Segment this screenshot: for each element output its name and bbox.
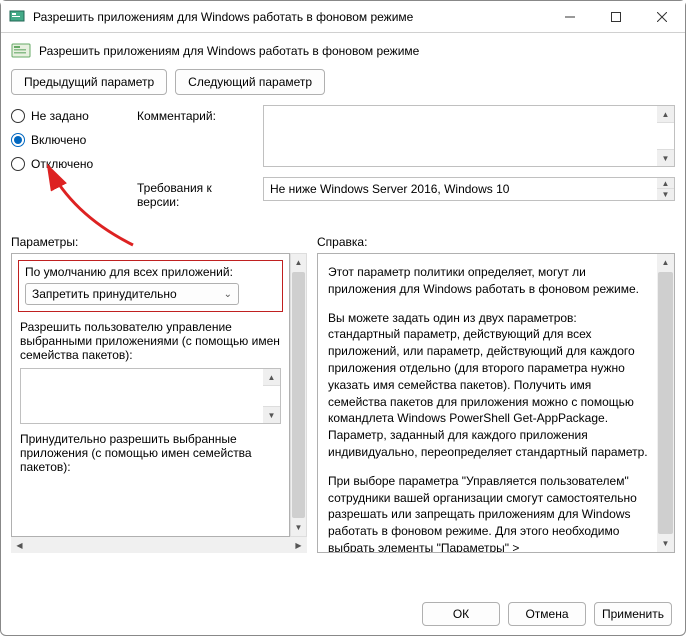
help-panel: Этот параметр политики определяет, могут… xyxy=(317,253,675,553)
radio-icon xyxy=(11,157,25,171)
scroll-down-icon[interactable]: ▼ xyxy=(657,188,674,200)
close-button[interactable] xyxy=(639,1,685,33)
requirements-label: Требования к версии: xyxy=(137,181,257,209)
scroll-down-icon[interactable]: ▼ xyxy=(657,149,674,166)
cancel-button[interactable]: Отмена xyxy=(508,602,586,626)
radio-label: Отключено xyxy=(31,157,93,171)
policy-icon xyxy=(11,41,31,61)
requirements-value: Не ниже Windows Server 2016, Windows 10 xyxy=(270,182,509,196)
radio-icon xyxy=(11,133,25,147)
radio-label: Включено xyxy=(31,133,86,147)
default-option-highlight: По умолчанию для всех приложений: Запрет… xyxy=(18,260,283,312)
policy-title: Разрешить приложениям для Windows работа… xyxy=(39,44,419,58)
radio-enabled[interactable]: Включено xyxy=(11,133,131,147)
comment-textarea[interactable]: ▲ ▼ xyxy=(263,105,675,167)
window-title: Разрешить приложениям для Windows работа… xyxy=(33,10,547,24)
select-value: Запретить принудительно xyxy=(32,287,177,301)
minimize-button[interactable] xyxy=(547,1,593,33)
scroll-down-icon[interactable]: ▼ xyxy=(657,535,674,552)
scroll-left-icon[interactable]: ◀ xyxy=(11,541,28,550)
help-label: Справка: xyxy=(317,235,367,249)
radio-disabled[interactable]: Отключено xyxy=(11,157,131,171)
scroll-down-icon[interactable]: ▼ xyxy=(291,519,306,536)
scroll-right-icon[interactable]: ▶ xyxy=(290,541,307,550)
radio-icon xyxy=(11,109,25,123)
scroll-up-icon[interactable]: ▲ xyxy=(657,106,674,123)
scrollbar-thumb[interactable] xyxy=(292,272,305,518)
parameters-scrollbar[interactable]: ▲ ▼ xyxy=(290,253,307,537)
requirements-field: Не ниже Windows Server 2016, Windows 10 … xyxy=(263,177,675,201)
help-paragraph: Этот параметр политики определяет, могут… xyxy=(328,264,650,298)
parameters-h-scrollbar[interactable]: ◀ ▶ xyxy=(11,536,307,553)
user-control-label: Разрешить пользователю управление выбран… xyxy=(20,320,281,362)
scroll-down-icon[interactable]: ▼ xyxy=(263,406,280,423)
parameters-label: Параметры: xyxy=(11,235,317,249)
help-scrollbar[interactable]: ▲ ▼ xyxy=(657,254,674,552)
help-paragraph: При выборе параметра "Управляется пользо… xyxy=(328,473,650,553)
user-control-listbox[interactable]: ▲ ▼ xyxy=(20,368,281,424)
scroll-up-icon[interactable]: ▲ xyxy=(291,254,306,271)
ok-button[interactable]: ОК xyxy=(422,602,500,626)
scroll-up-icon[interactable]: ▲ xyxy=(657,254,674,271)
prev-setting-button[interactable]: Предыдущий параметр xyxy=(11,69,167,95)
default-option-select[interactable]: Запретить принудительно ⌄ xyxy=(25,283,239,305)
default-option-label: По умолчанию для всех приложений: xyxy=(25,265,276,279)
parameters-panel: По умолчанию для всех приложений: Запрет… xyxy=(11,253,290,537)
force-allow-label: Принудительно разрешить выбранные прилож… xyxy=(20,432,281,474)
chevron-down-icon: ⌄ xyxy=(224,289,232,300)
comment-label: Комментарий: xyxy=(137,109,257,181)
radio-label: Не задано xyxy=(31,109,89,123)
scrollbar-thumb[interactable] xyxy=(658,272,673,534)
maximize-button[interactable] xyxy=(593,1,639,33)
app-icon xyxy=(9,9,25,25)
policy-header: Разрешить приложениям для Windows работа… xyxy=(1,33,685,67)
scroll-up-icon[interactable]: ▲ xyxy=(263,369,280,386)
apply-button[interactable]: Применить xyxy=(594,602,672,626)
radio-not-configured[interactable]: Не задано xyxy=(11,109,131,123)
help-paragraph: Вы можете задать один из двух параметров… xyxy=(328,310,650,461)
next-setting-button[interactable]: Следующий параметр xyxy=(175,69,325,95)
titlebar: Разрешить приложениям для Windows работа… xyxy=(1,1,685,33)
